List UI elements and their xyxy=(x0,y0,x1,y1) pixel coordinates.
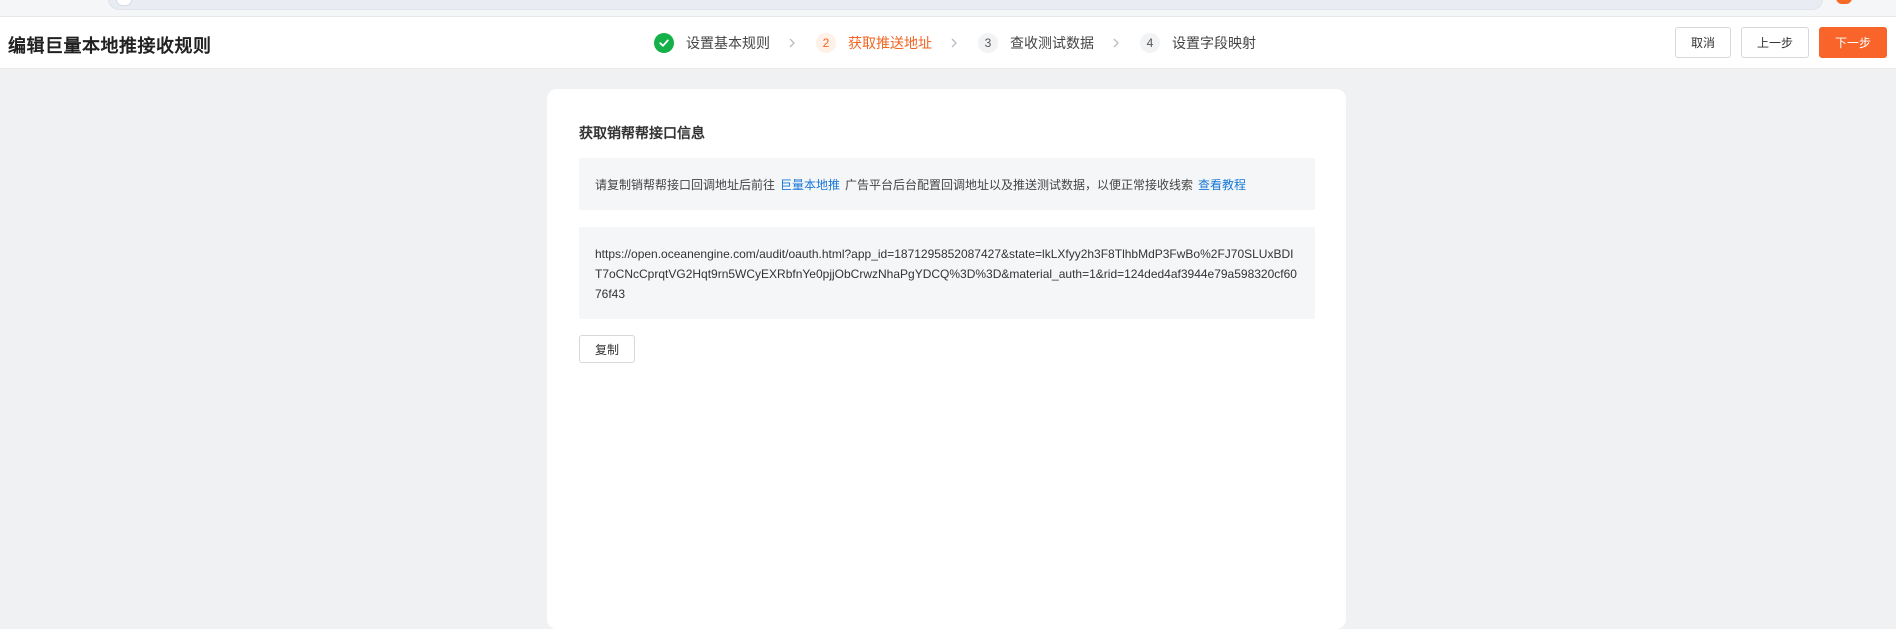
platform-link[interactable]: 巨量本地推 xyxy=(780,176,840,193)
step-2-label: 获取推送地址 xyxy=(848,35,932,51)
cancel-button[interactable]: 取消 xyxy=(1675,27,1731,58)
step-4: 4 设置字段映射 xyxy=(1140,33,1256,53)
notice-text-prefix: 请复制销帮帮接口回调地址后前往 xyxy=(595,177,776,192)
step-3-number: 3 xyxy=(978,33,998,53)
chevron-right-icon xyxy=(788,37,796,49)
step-1-label: 设置基本规则 xyxy=(686,35,770,51)
notification-badge-icon[interactable] xyxy=(1836,0,1852,4)
step-2-number: 2 xyxy=(816,33,836,53)
step-3: 3 查收测试数据 xyxy=(978,33,1094,53)
step-3-label: 查收测试数据 xyxy=(1010,35,1094,51)
next-step-button[interactable]: 下一步 xyxy=(1819,27,1887,58)
step-4-label: 设置字段映射 xyxy=(1172,35,1256,51)
page-title: 编辑巨量本地推接收规则 xyxy=(8,36,212,56)
address-bar[interactable] xyxy=(108,0,1823,10)
step-1: 设置基本规则 xyxy=(654,33,770,53)
browser-top-strip xyxy=(0,0,1896,17)
tutorial-link[interactable]: 查看教程 xyxy=(1198,176,1246,193)
notice-text-middle: 广告平台后台配置回调地址以及推送测试数据，以便正常接收线索 xyxy=(845,177,1194,192)
info-notice: 请复制销帮帮接口回调地址后前往 巨量本地推 广告平台后台配置回调地址以及推送测试… xyxy=(579,158,1315,210)
content-card: 获取销帮帮接口信息 请复制销帮帮接口回调地址后前往 巨量本地推 广告平台后台配置… xyxy=(547,89,1346,629)
chevron-right-icon xyxy=(950,37,958,49)
chevron-right-icon xyxy=(1112,37,1120,49)
callback-url-text: https://open.oceanengine.com/audit/oauth… xyxy=(579,227,1315,319)
check-circle-icon xyxy=(654,33,674,53)
section-title: 获取销帮帮接口信息 xyxy=(579,125,705,141)
step-4-number: 4 xyxy=(1140,33,1160,53)
step-2: 2 获取推送地址 xyxy=(816,33,932,53)
page-header: 编辑巨量本地推接收规则 设置基本规则 2 获取推送地址 3 查收测试数据 4 设… xyxy=(0,17,1896,69)
copy-button[interactable]: 复制 xyxy=(579,335,635,363)
step-indicator: 设置基本规则 2 获取推送地址 3 查收测试数据 4 设置字段映射 xyxy=(654,30,1256,56)
previous-step-button[interactable]: 上一步 xyxy=(1741,27,1809,58)
